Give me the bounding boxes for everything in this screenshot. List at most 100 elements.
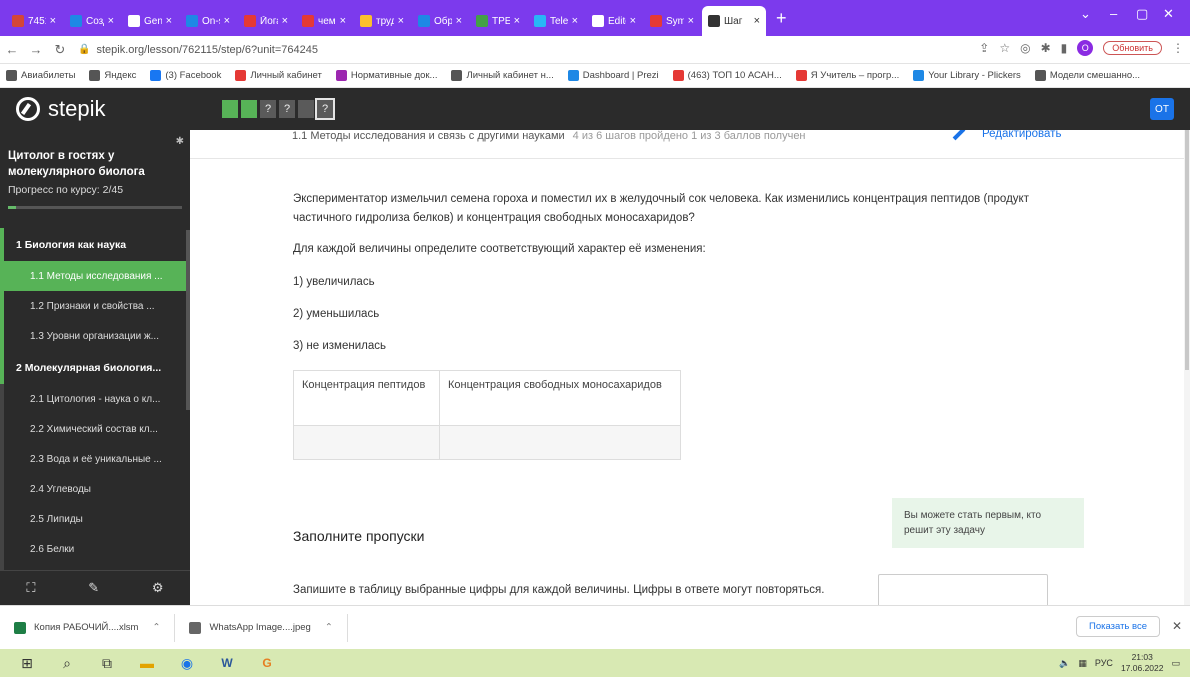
- profile-avatar[interactable]: O: [1077, 40, 1094, 56]
- minimize-icon[interactable]: –: [1110, 6, 1117, 21]
- tab-close-icon[interactable]: ×: [688, 15, 694, 27]
- url-field[interactable]: 🔒 stepik.org/lesson/762115/step/6?unit=7…: [78, 44, 318, 56]
- step-5[interactable]: [298, 100, 314, 118]
- clock[interactable]: 21:03 17.06.2022: [1121, 652, 1164, 674]
- browser-tab[interactable]: Genia ×: [122, 6, 178, 36]
- scroll-thumb[interactable]: [1185, 130, 1189, 370]
- forward-icon[interactable]: →: [24, 42, 48, 57]
- step-1[interactable]: [222, 100, 238, 118]
- reload-icon[interactable]: ↻: [48, 42, 72, 58]
- word-icon[interactable]: W: [212, 652, 242, 674]
- pencil-icon[interactable]: ✎: [88, 580, 99, 596]
- module-item[interactable]: 1 Биология как наука: [0, 228, 190, 261]
- browser-tab[interactable]: Созд ×: [64, 6, 120, 36]
- tab-close-icon[interactable]: ×: [166, 15, 172, 27]
- step-2[interactable]: [241, 100, 257, 118]
- tab-close-icon[interactable]: ×: [282, 15, 288, 27]
- lesson-item[interactable]: 2.4 Углеводы: [0, 474, 190, 504]
- answer-input[interactable]: [878, 574, 1048, 605]
- app-icon[interactable]: G: [252, 652, 282, 674]
- step-3[interactable]: ?: [260, 100, 276, 118]
- lesson-item[interactable]: 2.1 Цитология - наука о кл...: [0, 384, 190, 414]
- fullscreen-icon[interactable]: ⛶: [26, 580, 35, 596]
- share-icon[interactable]: ⇪: [979, 41, 989, 55]
- tab-close-icon[interactable]: ×: [340, 15, 346, 27]
- browser-tab[interactable]: 7451 ×: [6, 6, 62, 36]
- browser-tab[interactable]: ТРЕБС ×: [470, 6, 526, 36]
- search-icon[interactable]: ⌕: [52, 652, 82, 674]
- tab-close-icon[interactable]: ×: [108, 15, 114, 27]
- close-icon[interactable]: ✕: [1172, 619, 1182, 633]
- tab-close-icon[interactable]: ×: [754, 15, 760, 27]
- chevron-up-icon[interactable]: ⌃: [325, 622, 333, 633]
- lesson-item[interactable]: 1.3 Уровни организации ж...: [0, 321, 190, 351]
- browser-tab[interactable]: трудн ×: [354, 6, 410, 36]
- browser-tab[interactable]: Йога ×: [238, 6, 294, 36]
- bookmark-item[interactable]: (463) ТОП 10 АСАН...: [672, 70, 782, 81]
- lesson-item[interactable]: 2.5 Липиды: [0, 504, 190, 534]
- bookmark-item[interactable]: Личный кабинет н...: [451, 70, 554, 81]
- windows-start-icon[interactable]: ⊞: [12, 652, 42, 674]
- maximize-icon[interactable]: ▢: [1136, 6, 1148, 22]
- browser-tab[interactable]: чем с ×: [296, 6, 352, 36]
- file-explorer-icon[interactable]: ▬: [132, 652, 162, 674]
- bookmark-item[interactable]: Личный кабинет: [235, 70, 322, 81]
- notifications-icon[interactable]: ▭: [1171, 658, 1180, 669]
- bookmark-item[interactable]: Dashboard | Prezi: [567, 70, 659, 81]
- module-item[interactable]: 2 Молекулярная биология...: [0, 351, 190, 384]
- browser-tab[interactable]: Symb ×: [644, 6, 700, 36]
- browser-tab[interactable]: Шаг ×: [702, 6, 766, 36]
- lesson-item[interactable]: 2.6 Белки: [0, 534, 190, 564]
- lesson-item[interactable]: 2.2 Химический состав кл...: [0, 414, 190, 444]
- bookmark-item[interactable]: Я Учитель – прогр...: [795, 70, 899, 81]
- user-avatar[interactable]: OT: [1150, 98, 1174, 120]
- bookmark-item[interactable]: Модели смешанно...: [1034, 70, 1140, 81]
- answer-cell-peptides[interactable]: [293, 425, 440, 460]
- tab-close-icon[interactable]: ×: [514, 15, 520, 27]
- gear-icon[interactable]: ⚙: [152, 580, 164, 596]
- task-view-icon[interactable]: ⧉: [92, 652, 122, 674]
- bookmark-item[interactable]: Your Library - Plickers: [913, 70, 1021, 81]
- new-tab-icon[interactable]: +: [776, 8, 787, 29]
- step-4[interactable]: ?: [279, 100, 295, 118]
- browser-tab[interactable]: Telegr ×: [528, 6, 584, 36]
- tab-close-icon[interactable]: ×: [572, 15, 578, 27]
- download-item[interactable]: WhatsApp Image....jpeg ⌃: [175, 613, 348, 642]
- sidebar-icon[interactable]: ▮: [1061, 41, 1068, 55]
- speaker-icon[interactable]: 🔈: [1059, 658, 1070, 669]
- lesson-item[interactable]: 2.3 Вода и её уникальные ...: [0, 444, 190, 474]
- back-icon[interactable]: ←: [0, 42, 24, 57]
- tab-close-icon[interactable]: ×: [456, 15, 462, 27]
- edit-link[interactable]: Редактировать: [952, 130, 1061, 141]
- menu-icon[interactable]: ⋮: [1172, 41, 1184, 55]
- language-indicator[interactable]: РУС: [1095, 658, 1113, 668]
- download-item[interactable]: Копия РАБОЧИЙ....xlsm ⌃: [0, 613, 176, 642]
- window-close-icon[interactable]: ✕: [1163, 6, 1174, 22]
- show-all-button[interactable]: Показать все: [1076, 616, 1160, 637]
- chevron-up-icon[interactable]: ⌃: [152, 622, 160, 633]
- stepik-logo[interactable]: stepik: [16, 96, 105, 122]
- bookmark-item[interactable]: Авиабилеты: [6, 70, 75, 81]
- star-icon[interactable]: ☆: [999, 41, 1010, 55]
- content-scrollbar[interactable]: [1184, 130, 1190, 605]
- browser-tab[interactable]: Editor ×: [586, 6, 642, 36]
- lesson-title[interactable]: 1.1 Методы исследования и связь с другим…: [292, 130, 565, 142]
- bookmark-item[interactable]: (3) Facebook: [150, 70, 221, 81]
- tab-close-icon[interactable]: ×: [398, 15, 404, 27]
- step-6[interactable]: ?: [315, 98, 335, 120]
- pin-icon[interactable]: ✱: [176, 136, 184, 147]
- update-button[interactable]: Обновить: [1103, 41, 1162, 55]
- tab-close-icon[interactable]: ×: [50, 15, 56, 27]
- answer-cell-monosaccharides[interactable]: [439, 425, 681, 460]
- tab-close-icon[interactable]: ×: [224, 15, 230, 27]
- browser-tab[interactable]: On-sl ×: [180, 6, 236, 36]
- lesson-item[interactable]: 1.2 Признаки и свойства ...: [0, 291, 190, 321]
- bookmark-item[interactable]: Яндекс: [89, 70, 136, 81]
- chevron-down-icon[interactable]: ⌄: [1080, 6, 1091, 22]
- bookmark-item[interactable]: Нормативные док...: [335, 70, 437, 81]
- lesson-item[interactable]: 1.1 Методы исследования ...: [0, 261, 190, 291]
- browser-tab[interactable]: Обра ×: [412, 6, 468, 36]
- tab-close-icon[interactable]: ×: [630, 15, 636, 27]
- course-title[interactable]: Цитолог в гостях у молекулярного биолога: [8, 148, 168, 180]
- chrome-icon[interactable]: ◉: [172, 652, 202, 674]
